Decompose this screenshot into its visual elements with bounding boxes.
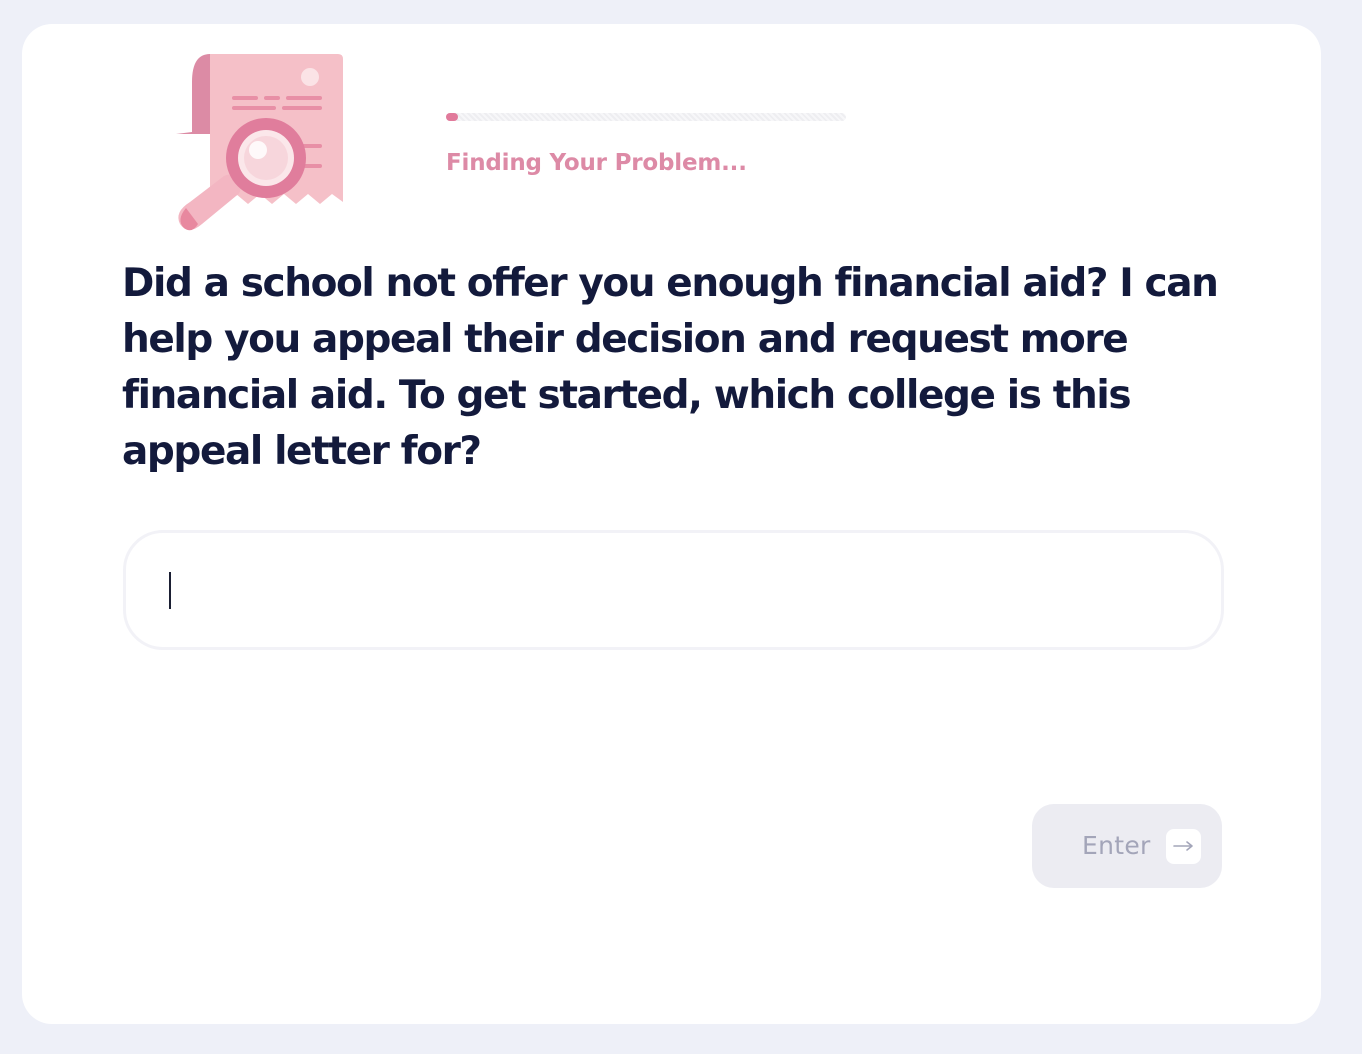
arrow-right-icon — [1166, 829, 1201, 864]
progress-status-text: Finding Your Problem... — [446, 150, 747, 176]
answer-field-container[interactable] — [123, 530, 1224, 650]
enter-button[interactable]: Enter — [1032, 804, 1222, 888]
enter-button-label: Enter — [1082, 831, 1151, 860]
progress-bar — [446, 113, 846, 121]
receipt-magnifier-icon — [176, 54, 343, 231]
progress-bar-fill — [446, 113, 458, 121]
question-heading: Did a school not offer you enough financ… — [122, 261, 1219, 474]
question-card: Finding Your Problem... Did a school not… — [22, 24, 1321, 1024]
college-name-input[interactable] — [166, 553, 1186, 627]
text-cursor — [169, 572, 171, 609]
